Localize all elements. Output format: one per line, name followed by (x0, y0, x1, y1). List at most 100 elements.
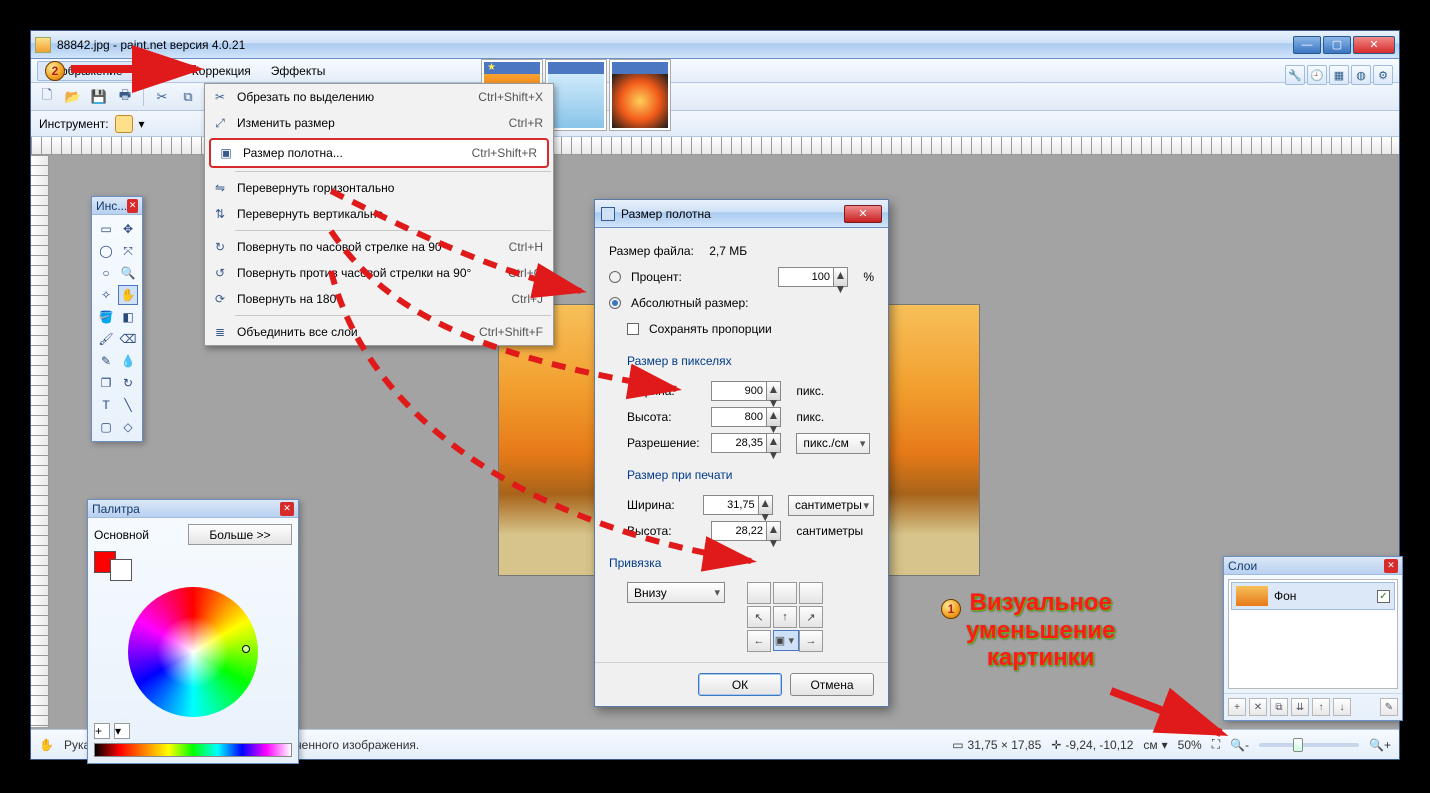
status-unit[interactable]: см ▾ (1143, 738, 1167, 752)
colors-toggle-icon[interactable]: ◍ (1351, 65, 1371, 85)
tools-toggle-icon[interactable]: 🔧 (1285, 65, 1305, 85)
layer-down-icon[interactable]: ↓ (1333, 698, 1351, 716)
magic-wand-icon[interactable]: ✧ (96, 285, 116, 305)
cut-icon[interactable]: ✂ (152, 87, 172, 107)
percent-radio[interactable] (609, 271, 621, 283)
tool-dropdown-icon[interactable]: ▾ (139, 117, 145, 131)
gradient-icon[interactable]: ◧ (118, 307, 138, 327)
brush-icon[interactable]: 🖌 (96, 329, 116, 349)
zoom-out-icon[interactable]: 🔍- (1230, 738, 1249, 752)
resolution-input[interactable] (711, 433, 767, 453)
absolute-radio[interactable] (609, 297, 621, 309)
print-height-spinner[interactable]: ▲▼ (767, 521, 781, 541)
percent-spinner[interactable]: ▲▼ (834, 267, 848, 287)
menu-adjust[interactable]: Коррекция (182, 61, 261, 81)
layer-item[interactable]: Фон ✓ (1231, 582, 1395, 610)
eraser-icon[interactable]: ⌫ (118, 329, 138, 349)
fit-icon[interactable]: ⛶ (1212, 737, 1220, 752)
titlebar[interactable]: 88842.jpg - paint.net версия 4.0.21 — ▢ … (31, 31, 1399, 59)
zoom-slider[interactable] (1259, 743, 1359, 747)
menu-flip-v[interactable]: ⇅Перевернуть вертикально (205, 201, 553, 227)
anchor-br[interactable]: → (799, 630, 823, 652)
print-icon[interactable]: 🖶 (115, 87, 135, 107)
layers-close-icon[interactable]: ✕ (1384, 559, 1398, 573)
layers-palette[interactable]: Слои✕ Фон ✓ + ✕ ⧉ ⇊ ↑ ↓ ✎ (1223, 556, 1403, 721)
rect-icon[interactable]: ▢ (96, 417, 116, 437)
color-swatches[interactable] (94, 551, 292, 581)
height-input[interactable] (711, 407, 767, 427)
anchor-c[interactable]: ↑ (773, 606, 797, 628)
canvas-size-dialog[interactable]: Размер полотна ✕ Размер файла: 2,7 МБ Пр… (594, 199, 889, 707)
add-color-icon[interactable]: + (94, 723, 110, 739)
layer-visible-checkbox[interactable]: ✓ (1377, 590, 1390, 603)
menu-canvas-size[interactable]: ▣Размер полотна...Ctrl+Shift+R (209, 138, 549, 168)
height-spinner[interactable]: ▲▼ (767, 407, 781, 427)
print-unit-select[interactable]: сантиметры (788, 495, 874, 516)
close-button[interactable]: ✕ (1353, 36, 1395, 54)
ellipse-sel-icon[interactable]: ○ (96, 263, 116, 283)
width-spinner[interactable]: ▲▼ (767, 381, 781, 401)
menu-flatten[interactable]: ≣Объединить все слоиCtrl+Shift+F (205, 319, 553, 345)
fill-icon[interactable]: 🪣 (96, 307, 116, 327)
recolor-icon[interactable]: ↻ (118, 373, 138, 393)
move-sel-icon[interactable]: ⤧ (118, 241, 138, 261)
color-mode-select[interactable]: Основной (94, 528, 182, 542)
picker-icon[interactable]: 💧 (118, 351, 138, 371)
save-icon[interactable]: 💾 (89, 87, 109, 107)
menu-resize[interactable]: ⤢Изменить размерCtrl+R (205, 110, 553, 136)
pan-icon[interactable]: ✋ (118, 285, 138, 305)
hand-tool-icon[interactable] (115, 115, 133, 133)
color-wheel[interactable] (128, 587, 258, 717)
menu-layers[interactable]: Слои (133, 61, 182, 81)
tools-close-icon[interactable]: ✕ (127, 199, 138, 213)
history-toggle-icon[interactable]: 🕘 (1307, 65, 1327, 85)
dialog-close-button[interactable]: ✕ (844, 205, 882, 223)
colors-palette[interactable]: Палитра✕ Основной Больше >> + ▾ (87, 499, 299, 764)
pencil-icon[interactable]: ✎ (96, 351, 116, 371)
print-width-input[interactable] (703, 495, 759, 515)
menu-rot-180[interactable]: ⟳Повернуть на 180°Ctrl+J (205, 286, 553, 312)
anchor-tl[interactable] (747, 582, 771, 604)
image-thumb-3[interactable] (609, 59, 671, 131)
layer-props-icon[interactable]: ✎ (1380, 698, 1398, 716)
menu-flip-h[interactable]: ⇋Перевернуть горизонтально (205, 175, 553, 201)
tools-palette[interactable]: Инс...✕ ▭ ✥ ◯ ⤧ ○ 🔍 ✧ ✋ 🪣 ◧ 🖌 ⌫ ✎ 💧 ❐ ↻ … (91, 196, 143, 442)
resolution-spinner[interactable]: ▲▼ (767, 433, 781, 453)
keep-ratio-checkbox[interactable] (627, 323, 639, 335)
line-icon[interactable]: ╲ (118, 395, 138, 415)
anchor-select[interactable]: Внизу (627, 582, 725, 603)
layer-up-icon[interactable]: ↑ (1312, 698, 1330, 716)
cancel-button[interactable]: Отмена (790, 673, 874, 696)
copy-icon[interactable]: ⧉ (178, 87, 198, 107)
palette-menu-icon[interactable]: ▾ (114, 723, 130, 739)
dialog-titlebar[interactable]: Размер полотна ✕ (595, 200, 888, 228)
ok-button[interactable]: ОК (698, 673, 782, 696)
layer-dup-icon[interactable]: ⧉ (1270, 698, 1288, 716)
anchor-r[interactable]: ↗ (799, 606, 823, 628)
text-icon[interactable]: T (96, 395, 116, 415)
layer-add-icon[interactable]: + (1228, 698, 1246, 716)
res-unit-select[interactable]: пикс./см (796, 433, 870, 454)
lasso-icon[interactable]: ◯ (96, 241, 116, 261)
settings-icon[interactable]: ⚙ (1373, 65, 1393, 85)
minimize-button[interactable]: — (1293, 36, 1321, 54)
anchor-t[interactable] (773, 582, 797, 604)
anchor-l[interactable]: ↖ (747, 606, 771, 628)
print-width-spinner[interactable]: ▲▼ (759, 495, 773, 515)
percent-input[interactable] (778, 267, 834, 287)
menu-rot-cw[interactable]: ↻Повернуть по часовой стрелке на 90°Ctrl… (205, 234, 553, 260)
move-icon[interactable]: ✥ (118, 219, 138, 239)
anchor-grid[interactable]: ↖↑↗ ←▣→ (747, 582, 823, 652)
zoom-icon[interactable]: 🔍 (118, 263, 138, 283)
open-icon[interactable]: 📂 (63, 87, 83, 107)
layers-toggle-icon[interactable]: ▦ (1329, 65, 1349, 85)
width-input[interactable] (711, 381, 767, 401)
menu-rot-ccw[interactable]: ↺Повернуть против часовой стрелки на 90°… (205, 260, 553, 286)
menu-effects[interactable]: Эффекты (261, 61, 336, 81)
more-button[interactable]: Больше >> (188, 524, 292, 545)
status-zoom[interactable]: 50% (1178, 738, 1202, 752)
colors-close-icon[interactable]: ✕ (280, 502, 294, 516)
menu-crop[interactable]: ✂Обрезать по выделениюCtrl+Shift+X (205, 84, 553, 110)
shape-icon[interactable]: ◇ (118, 417, 138, 437)
zoom-in-icon[interactable]: 🔍+ (1369, 738, 1391, 752)
